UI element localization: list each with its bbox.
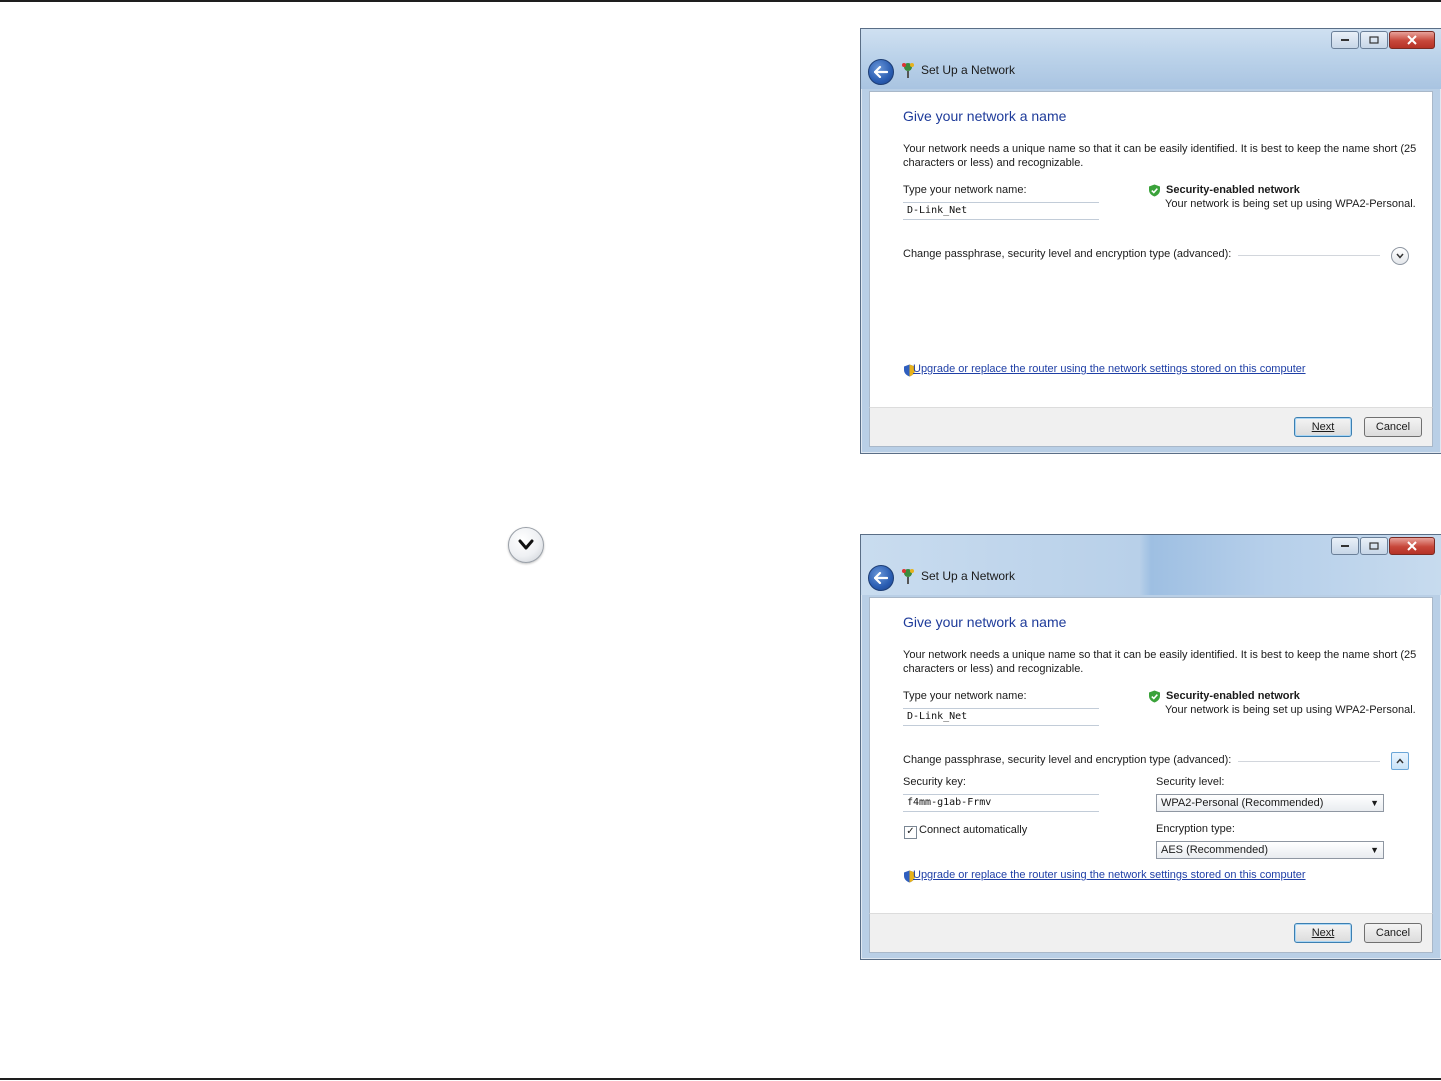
page-description: Your network needs a unique name so that… — [903, 143, 1417, 169]
security-level-label: Security level: — [1156, 776, 1225, 788]
network-icon — [902, 569, 914, 584]
back-arrow-icon — [874, 572, 888, 584]
security-key-label: Security key: — [903, 776, 966, 788]
upgrade-router-link[interactable]: Upgrade or replace the router using the … — [913, 869, 1306, 881]
connect-automatically-checkbox[interactable]: ✓ — [904, 826, 917, 839]
chevron-up-icon — [1396, 758, 1404, 764]
setup-network-window-collapsed: Set Up a Network Give your network a nam… — [860, 28, 1441, 454]
cancel-button[interactable]: Cancel — [1364, 417, 1422, 437]
advanced-divider — [1238, 255, 1380, 256]
page-heading: Give your network a name — [903, 108, 1067, 124]
close-button[interactable] — [1389, 31, 1435, 49]
caption-buttons — [1331, 537, 1435, 555]
dialog-content: Give your network a name Your network ne… — [869, 91, 1433, 408]
chevron-down-icon — [508, 527, 544, 563]
advanced-divider — [1238, 761, 1380, 762]
security-level-select[interactable]: WPA2-Personal (Recommended) ▼ — [1156, 794, 1384, 812]
back-button[interactable] — [868, 59, 894, 85]
window-title: Set Up a Network — [921, 569, 1016, 583]
security-title: Security-enabled network — [1166, 690, 1300, 702]
dialog-footer: Next Cancel — [869, 913, 1433, 953]
chevron-down-icon — [1396, 253, 1404, 259]
security-title: Security-enabled network — [1166, 184, 1300, 196]
shield-check-icon — [1149, 184, 1160, 197]
next-button[interactable]: Next — [1294, 417, 1352, 437]
security-description: Your network is being set up using WPA2-… — [1165, 704, 1416, 716]
bottom-rule — [0, 1078, 1441, 1080]
page-description: Your network needs a unique name so that… — [903, 649, 1417, 675]
setup-network-window-expanded: Set Up a Network Give your network a nam… — [860, 534, 1441, 960]
minimize-button[interactable] — [1331, 537, 1359, 555]
back-arrow-icon — [874, 66, 888, 78]
dropdown-arrow-icon: ▼ — [1370, 798, 1379, 808]
network-name-label: Type your network name: — [903, 184, 1027, 196]
advanced-label: Change passphrase, security level and en… — [903, 248, 1232, 260]
network-name-label: Type your network name: — [903, 690, 1027, 702]
title-bar: Set Up a Network — [861, 535, 1441, 595]
advanced-collapse-button[interactable] — [1391, 752, 1409, 770]
dialog-content: Give your network a name Your network ne… — [869, 597, 1433, 914]
top-rule — [0, 0, 1441, 2]
close-button[interactable] — [1389, 537, 1435, 555]
network-icon — [902, 63, 914, 78]
maximize-button[interactable] — [1360, 537, 1388, 555]
advanced-label: Change passphrase, security level and en… — [903, 754, 1232, 766]
security-key-input[interactable]: f4mm-g1ab-Frmv — [903, 794, 1099, 812]
caption-buttons — [1331, 31, 1435, 49]
network-name-input[interactable]: D-Link_Net — [903, 708, 1099, 726]
encryption-type-label: Encryption type: — [1156, 823, 1235, 835]
shield-check-icon — [1149, 690, 1160, 703]
page-heading: Give your network a name — [903, 614, 1067, 630]
maximize-button[interactable] — [1360, 31, 1388, 49]
dialog-footer: Next Cancel — [869, 407, 1433, 447]
minimize-button[interactable] — [1331, 31, 1359, 49]
encryption-type-select[interactable]: AES (Recommended) ▼ — [1156, 841, 1384, 859]
advanced-expand-button[interactable] — [1391, 247, 1409, 265]
connect-automatically-label: Connect automatically — [919, 824, 1028, 836]
network-name-input[interactable]: D-Link_Net — [903, 202, 1099, 220]
back-button[interactable] — [868, 565, 894, 591]
dropdown-arrow-icon: ▼ — [1370, 845, 1379, 855]
security-description: Your network is being set up using WPA2-… — [1165, 198, 1416, 210]
cancel-button[interactable]: Cancel — [1364, 923, 1422, 943]
window-title: Set Up a Network — [921, 63, 1016, 77]
upgrade-router-link[interactable]: Upgrade or replace the router using the … — [913, 363, 1306, 375]
title-bar: Set Up a Network — [861, 29, 1441, 89]
next-button[interactable]: Next — [1294, 923, 1352, 943]
